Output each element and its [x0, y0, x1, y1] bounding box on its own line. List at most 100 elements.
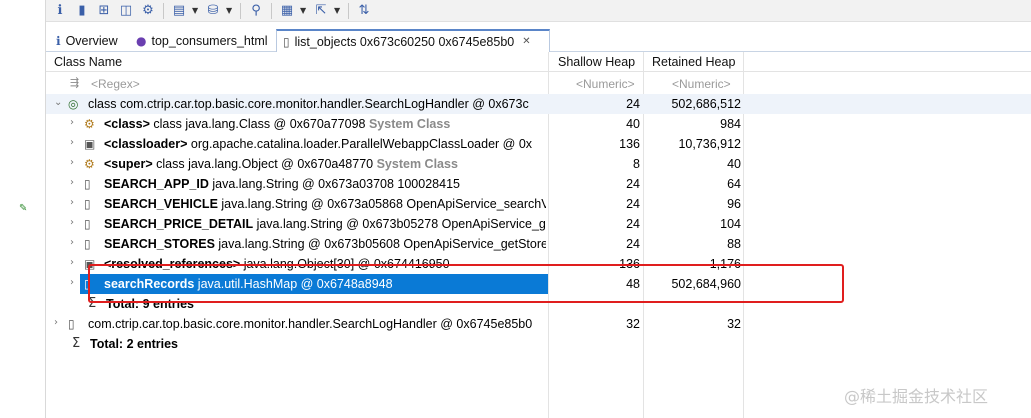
toolbar-separator [163, 2, 164, 19]
toolbar-separator [348, 2, 349, 19]
shallow-filter-input[interactable]: <Numeric> [576, 77, 635, 91]
chevron-down-icon[interactable]: ⌄ [54, 97, 62, 108]
tab-list-objects[interactable]: ▯ list_objects 0x673c60250 0x6745e85b0 ✕ [276, 29, 550, 52]
column-header-shallow-heap[interactable]: Shallow Heap [558, 55, 635, 69]
row-shallow-heap: 24 [626, 237, 640, 251]
object-description: java.lang.String @ 0x673a05868 OpenApiSe… [217, 197, 546, 211]
object-icon: ▯ [84, 197, 91, 211]
class-reference-icon: ⚙ [84, 117, 95, 131]
field-name: SEARCH_PRICE_DETAIL [104, 217, 254, 231]
object-icon: ▣ [84, 137, 96, 151]
object-description: java.lang.String @ 0x673b05278 OpenApiSe… [253, 217, 546, 231]
gear-icon[interactable]: ⚙ [139, 2, 157, 20]
row-shallow-heap: 40 [626, 117, 640, 131]
toolbar-separator [271, 2, 272, 19]
table-row[interactable]: › ▯ SEARCH_STORES java.lang.String @ 0x6… [46, 234, 1031, 254]
chevron-right-icon[interactable]: › [70, 137, 74, 148]
class-icon: ◎ [68, 97, 79, 111]
grouping-icon[interactable]: ▦ [278, 2, 296, 20]
column-header-class-name[interactable]: Class Name [54, 55, 122, 69]
left-gutter: ✎ [0, 0, 46, 418]
row-shallow-heap: 24 [626, 97, 640, 111]
chevron-down-icon[interactable]: ▼ [300, 6, 308, 15]
tab-label: Overview [65, 33, 118, 48]
calculate-retained-icon[interactable]: ⇅ [355, 2, 373, 20]
object-description: java.lang.String @ 0x673b05608 OpenApiSe… [214, 237, 546, 251]
export-icon[interactable]: ⇱ [312, 2, 330, 20]
highlight-annotation-box [88, 264, 844, 303]
search-icon[interactable]: ⚲ [247, 2, 265, 20]
info-icon: ℹ [56, 33, 61, 48]
row-class-name: SEARCH_STORES java.lang.String @ 0x673b0… [104, 237, 546, 251]
row-shallow-heap: 8 [633, 157, 640, 171]
chevron-right-icon[interactable]: › [70, 197, 74, 208]
field-name: SEARCH_VEHICLE [104, 197, 218, 211]
table-row[interactable]: › ▯ SEARCH_APP_ID java.lang.String @ 0x6… [46, 174, 1031, 194]
chevron-right-icon[interactable]: › [70, 237, 74, 248]
object-table: Class Name Shallow Heap Retained Heap ⇶ … [46, 52, 1031, 418]
field-name: SEARCH_APP_ID [104, 177, 209, 191]
object-description: java.lang.String @ 0x673a03708 100028415 [208, 177, 460, 191]
tab-label: list_objects 0x673c60250 0x6745e85b0 [294, 34, 515, 49]
toolbar-separator [240, 2, 241, 19]
row-retained-heap: 64 [727, 177, 741, 191]
toolbar: ℹ ▮ ⊞ ◫ ⚙ ▤ ▼ ⛁ ▼ ⚲ ▦ ▼ ⇱ ▼ ⇅ [46, 0, 1031, 22]
field-name: <class> [104, 117, 150, 131]
chevron-down-icon[interactable]: ▼ [334, 6, 342, 15]
object-icon: ▯ [84, 237, 91, 251]
retained-filter-input[interactable]: <Numeric> [672, 77, 731, 91]
table-row[interactable]: › ⚙ <super> class java.lang.Object @ 0x6… [46, 154, 1031, 174]
row-class-name: SEARCH_APP_ID java.lang.String @ 0x673a0… [104, 177, 546, 191]
row-retained-heap: 88 [727, 237, 741, 251]
row-retained-heap: 502,686,512 [671, 97, 741, 111]
globe-icon: ● [136, 33, 147, 48]
tab-top-consumers[interactable]: ● top_consumers_html [130, 29, 276, 52]
chevron-right-icon[interactable]: › [70, 177, 74, 188]
table-row[interactable]: › ▯ SEARCH_VEHICLE java.lang.String @ 0x… [46, 194, 1031, 214]
table-row[interactable]: › ▣ <classloader> org.apache.catalina.lo… [46, 134, 1031, 154]
row-class-name: <classloader> org.apache.catalina.loader… [104, 137, 546, 151]
table-row[interactable]: › ⚙ <class> class java.lang.Class @ 0x67… [46, 114, 1031, 134]
filter-row: ⇶ <Regex> <Numeric> <Numeric> [46, 74, 1031, 93]
table-row[interactable]: › ▯ com.ctrip.car.top.basic.core.monitor… [46, 314, 1031, 334]
object-icon: ▯ [84, 217, 91, 231]
object-icon: ▯ [68, 317, 75, 331]
object-description: org.apache.catalina.loader.ParallelWebap… [187, 137, 533, 151]
chevron-right-icon[interactable]: › [54, 317, 58, 328]
row-shallow-heap: 136 [619, 137, 640, 151]
query-browser-icon[interactable]: ▤ [170, 2, 188, 20]
row-shallow-heap: 24 [626, 217, 640, 231]
table-row[interactable]: ⌄ ◎ class com.ctrip.car.top.basic.core.m… [46, 94, 1031, 114]
chevron-right-icon[interactable]: › [70, 277, 74, 288]
table-row[interactable]: › ▯ SEARCH_PRICE_DETAIL java.lang.String… [46, 214, 1031, 234]
column-header-retained-heap[interactable]: Retained Heap [652, 55, 735, 69]
editor-tabs: ℹ Overview ● top_consumers_html ▯ list_o… [46, 29, 1031, 52]
row-shallow-heap: 24 [626, 197, 640, 211]
field-name: <super> [104, 157, 153, 171]
row-retained-heap: 104 [720, 217, 741, 231]
chevron-right-icon[interactable]: › [70, 157, 74, 168]
chevron-down-icon[interactable]: ▼ [226, 6, 234, 15]
dominator-tree-icon[interactable]: ⊞ [95, 2, 113, 20]
close-icon[interactable]: ✕ [522, 36, 530, 47]
heap-dump-icon[interactable]: ⛁ [204, 2, 222, 20]
tab-overview[interactable]: ℹ Overview [50, 29, 130, 52]
system-class-tag: System Class [368, 117, 451, 131]
object-icon: ▯ [84, 177, 91, 191]
chevron-down-icon[interactable]: ▼ [192, 6, 200, 15]
histogram-icon[interactable]: ▮ [73, 2, 91, 20]
chevron-right-icon[interactable]: › [70, 117, 74, 128]
oql-icon[interactable]: ◫ [117, 2, 135, 20]
info-icon[interactable]: ℹ [51, 2, 69, 20]
tab-label: top_consumers_html [151, 33, 268, 48]
chevron-right-icon[interactable]: › [70, 217, 74, 228]
row-retained-heap: 984 [720, 117, 741, 131]
row-retained-heap: 40 [727, 157, 741, 171]
row-class-name: class com.ctrip.car.top.basic.core.monit… [88, 97, 529, 111]
row-retained-heap: 10,736,912 [678, 137, 741, 151]
regex-filter-input[interactable]: <Regex> [91, 77, 140, 91]
row-class-name: <super> class java.lang.Object @ 0x670a4… [104, 157, 546, 171]
table-header: Class Name Shallow Heap Retained Heap [46, 52, 1031, 72]
chevron-right-icon[interactable]: › [70, 257, 74, 268]
row-class-name: SEARCH_VEHICLE java.lang.String @ 0x673a… [104, 197, 546, 211]
